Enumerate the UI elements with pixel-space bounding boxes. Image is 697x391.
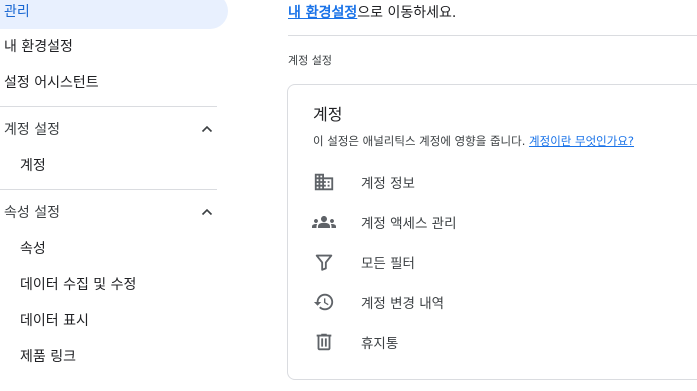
sidebar-section-account-settings[interactable]: 계정 설정 [0, 111, 217, 147]
section-title: 계정 설정 [288, 54, 332, 67]
trash-icon [312, 330, 336, 354]
sidebar-item-account[interactable]: 계정 [0, 147, 46, 183]
preferences-notice: 내 환경설정으로 이동하세요. [288, 2, 456, 22]
all-filters-row[interactable]: 모든 필터 [312, 247, 692, 277]
filter-icon [312, 250, 336, 274]
sidebar-item-property[interactable]: 속성 [0, 230, 46, 266]
row-label: 휴지통 [361, 336, 399, 352]
row-label: 모든 필터 [361, 256, 415, 272]
card-desc-text: 이 설정은 애널리틱스 계정에 영향을 줍니다. [313, 134, 526, 148]
row-label: 계정 변경 내역 [361, 296, 445, 312]
what-is-account-link[interactable]: 계정이란 무엇인가요? [529, 134, 634, 148]
notice-text: 으로 이동하세요. [357, 5, 457, 21]
card-title: 계정 [313, 105, 343, 124]
account-card: 계정 이 설정은 애널리틱스 계정에 영향을 줍니다. 계정이란 무엇인가요? … [287, 84, 697, 380]
account-access-row[interactable]: 계정 액세스 관리 [312, 207, 692, 237]
sidebar: 관리 내 환경설정 설정 어시스턴트 계정 설정 계정 속성 설정 속성 데이터… [0, 0, 230, 391]
chevron-up-icon [200, 122, 214, 136]
sidebar-divider [0, 189, 217, 190]
building-icon [312, 170, 336, 194]
account-info-row[interactable]: 계정 정보 [312, 167, 692, 197]
sidebar-item-setup-assistant[interactable]: 설정 어시스턴트 [0, 64, 99, 100]
my-preferences-link[interactable]: 내 환경설정 [288, 5, 357, 21]
row-label: 계정 액세스 관리 [361, 216, 457, 232]
people-icon [312, 210, 336, 234]
sidebar-section-property-settings[interactable]: 속성 설정 [0, 194, 217, 230]
sidebar-item-admin[interactable]: 관리 [0, 0, 228, 29]
chevron-up-icon [200, 205, 214, 219]
row-label: 계정 정보 [361, 176, 415, 192]
sidebar-item-data-collection[interactable]: 데이터 수집 및 수정 [0, 266, 136, 302]
trash-row[interactable]: 휴지통 [312, 327, 692, 357]
card-description: 이 설정은 애널리틱스 계정에 영향을 줍니다. 계정이란 무엇인가요? [313, 133, 634, 149]
sidebar-item-my-preferences[interactable]: 내 환경설정 [0, 28, 73, 64]
section-label: 속성 설정 [4, 205, 60, 221]
sidebar-item-product-links[interactable]: 제품 링크 [0, 338, 76, 374]
change-history-row[interactable]: 계정 변경 내역 [312, 287, 692, 317]
section-label: 계정 설정 [4, 122, 60, 138]
sidebar-divider [0, 106, 217, 107]
main-divider [288, 35, 697, 36]
history-icon [312, 290, 336, 314]
sidebar-item-data-display[interactable]: 데이터 표시 [0, 302, 89, 338]
